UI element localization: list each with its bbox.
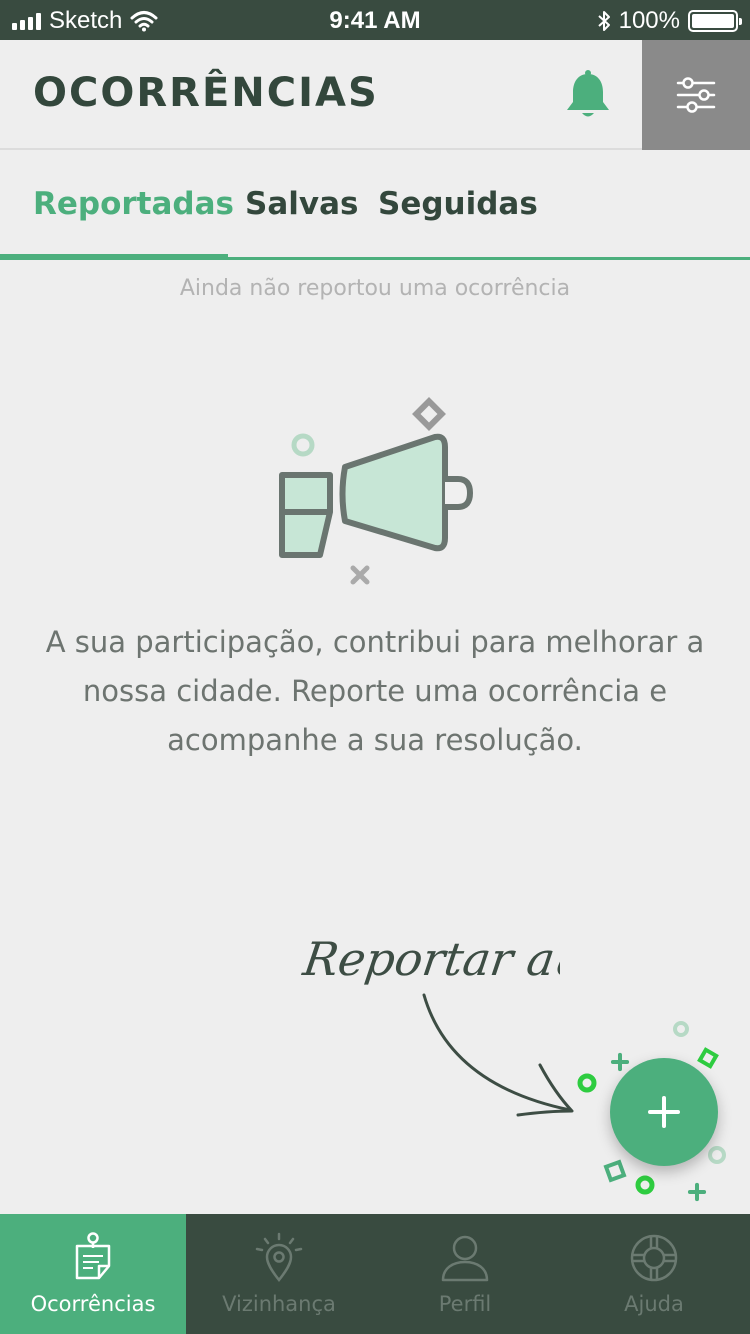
empty-message: A sua participação, contribui para melho…	[45, 625, 705, 757]
bluetooth-icon	[597, 11, 610, 31]
empty-note: Ainda não reportou uma ocorrência	[179, 276, 571, 301]
battery-icon	[688, 10, 742, 32]
tab-seguidas[interactable]: Seguidas	[378, 186, 538, 222]
nav-ajuda[interactable]: Ajuda	[558, 1214, 750, 1334]
bottom-nav: Ocorrências Vizinhança Perfil Ajuda	[0, 1214, 750, 1334]
battery-percent: 100%	[618, 7, 680, 34]
bell-icon[interactable]	[560, 68, 616, 124]
filter-button[interactable]	[642, 40, 750, 150]
filter-sliders-icon	[676, 77, 716, 113]
tab-indicator	[0, 254, 228, 260]
add-report-button[interactable]	[610, 1058, 718, 1166]
lifebuoy-icon	[630, 1234, 678, 1282]
report-note-icon	[75, 1232, 111, 1280]
tab-reportadas[interactable]: Reportadas	[33, 186, 234, 222]
nav-perfil[interactable]: Perfil	[372, 1214, 558, 1334]
nav-ocorrencias[interactable]: Ocorrências	[0, 1214, 186, 1334]
nav-label: Perfil	[438, 1292, 492, 1316]
tab-salvas[interactable]: Salvas	[245, 186, 358, 222]
megaphone-icon	[279, 397, 473, 585]
status-bar: Sketch 9:41 AM 100%	[0, 0, 750, 40]
user-icon	[441, 1235, 489, 1282]
nav-label: Ocorrências	[30, 1292, 156, 1316]
location-pin-icon	[255, 1232, 303, 1283]
tab-bar: Reportadas Salvas Seguidas	[0, 150, 750, 260]
app-header: OCORRÊNCIAS	[0, 40, 750, 150]
status-right: 100%	[597, 7, 742, 35]
page-title: OCORRÊNCIAS	[33, 70, 379, 116]
nav-label: Vizinhança	[222, 1292, 336, 1316]
arrow-decoration	[422, 993, 574, 1117]
svg-text:Reportar aqui: Reportar aqui	[300, 932, 560, 986]
plus-icon	[648, 1096, 680, 1128]
nav-label: Ajuda	[624, 1292, 684, 1316]
nav-vizinhanca[interactable]: Vizinhança	[186, 1214, 372, 1334]
